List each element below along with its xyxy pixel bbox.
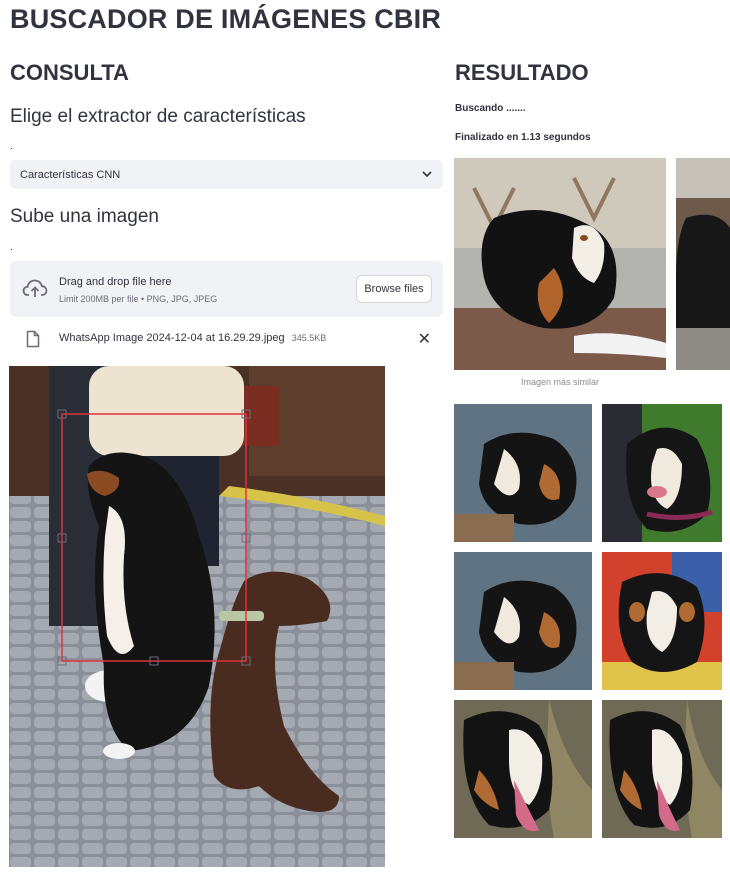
- result-thumbnail: [602, 700, 722, 838]
- top-result-caption: Imagen más similar: [520, 377, 600, 387]
- uploaded-file-name: WhatsApp Image 2024-12-04 at 16.29.29.jp…: [59, 332, 326, 344]
- query-heading: CONSULTA: [10, 60, 129, 85]
- extractor-select[interactable]: Características CNN: [10, 160, 443, 189]
- status-searching: Buscando .......: [455, 103, 526, 114]
- top-result-image: [454, 158, 666, 370]
- upload-label: .: [10, 242, 13, 253]
- file-name-text: WhatsApp Image 2024-12-04 at 16.29.29.jp…: [59, 332, 285, 344]
- result-heading: RESULTADO: [455, 60, 589, 85]
- file-size: 345.5KB: [291, 333, 327, 343]
- status-done: Finalizado en 1.13 segundos: [455, 132, 591, 143]
- close-icon[interactable]: ✕: [418, 329, 431, 349]
- page-title: BUSCADOR DE IMÁGENES CBIR: [10, 4, 442, 34]
- result-thumbnail: [454, 552, 592, 690]
- upload-heading: Sube una imagen: [10, 206, 159, 227]
- extractor-label: .: [10, 141, 13, 152]
- uploaded-file-row: WhatsApp Image 2024-12-04 at 16.29.29.jp…: [10, 328, 443, 350]
- result-thumbnail: [454, 404, 592, 542]
- query-photo: [9, 366, 385, 867]
- dropzone-subtitle: Limit 200MB per file • PNG, JPG, JPEG: [59, 294, 218, 304]
- result-thumbnail: [602, 404, 722, 542]
- cloud-upload-icon: [22, 277, 48, 299]
- extractor-heading: Elige el extractor de características: [10, 106, 306, 127]
- result-thumbnail: [454, 700, 592, 838]
- file-icon: [26, 330, 40, 348]
- result-thumbnail: [602, 552, 722, 690]
- extractor-selected-value: Características CNN: [20, 168, 121, 181]
- dropzone-title: Drag and drop file here: [59, 276, 172, 288]
- second-result-image-partial: [676, 158, 730, 370]
- chevron-down-icon: [421, 169, 433, 181]
- query-image-cropper[interactable]: [9, 366, 385, 867]
- file-dropzone[interactable]: Drag and drop file here Limit 200MB per …: [10, 261, 443, 317]
- browse-files-button[interactable]: Browse files: [356, 275, 432, 303]
